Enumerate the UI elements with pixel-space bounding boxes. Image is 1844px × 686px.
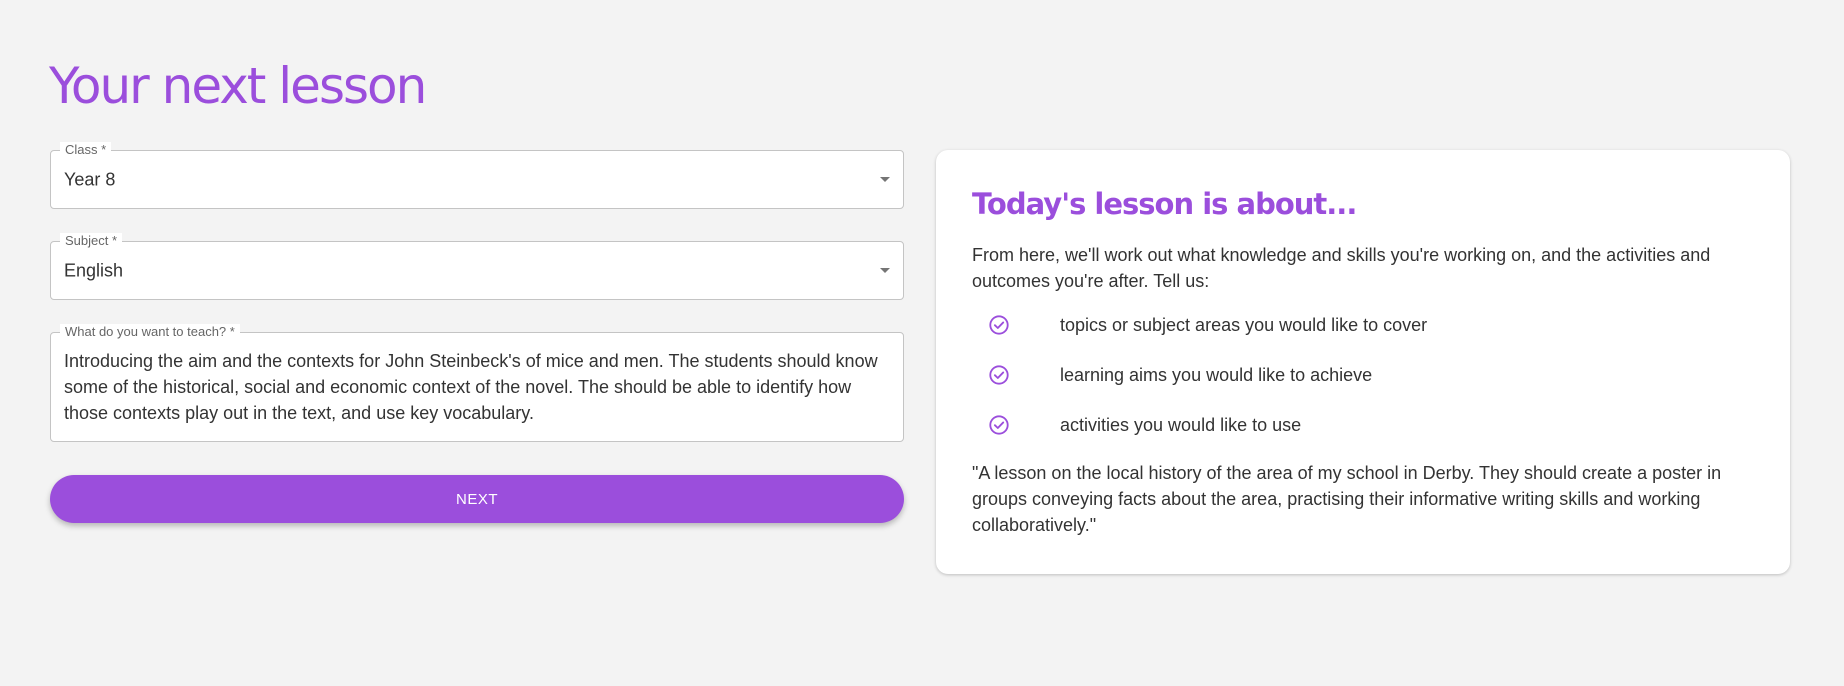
chevron-down-icon[interactable]: [880, 176, 890, 182]
check-circle-icon: [989, 315, 1009, 335]
list-item-text: learning aims you would like to achieve: [1060, 364, 1373, 385]
class-value: Year 8: [64, 169, 116, 189]
next-button[interactable]: NEXT: [50, 475, 904, 523]
example-quote: "A lesson on the local history of the ar…: [972, 463, 1722, 535]
class-select[interactable]: Class * Year 8: [50, 142, 904, 209]
subject-value: English: [64, 260, 124, 280]
class-label: Class *: [60, 142, 112, 158]
card-title: Today's lesson is about...: [972, 187, 1357, 221]
chevron-down-icon[interactable]: [880, 267, 890, 273]
list-item: topics or subject areas you would like t…: [988, 300, 1427, 350]
list-item: learning aims you would like to achieve: [988, 350, 1427, 400]
teach-value[interactable]: Introducing the aim and the contexts for…: [64, 348, 890, 426]
card-intro: From here, we'll work out what knowledge…: [972, 245, 1711, 291]
info-card: Today's lesson is about... From here, we…: [936, 150, 1790, 574]
subject-select[interactable]: Subject * English: [50, 233, 904, 300]
list-item-text: activities you would like to use: [1060, 414, 1302, 435]
list-item-text: topics or subject areas you would like t…: [1060, 314, 1428, 335]
tips-list: topics or subject areas you would like t…: [988, 300, 1427, 450]
page-title: Your next lesson: [49, 57, 427, 115]
teach-textarea[interactable]: What do you want to teach? * Introducing…: [50, 324, 904, 442]
subject-label: Subject *: [60, 233, 123, 249]
check-circle-icon: [989, 415, 1009, 435]
teach-label: What do you want to teach? *: [60, 324, 240, 340]
list-item: activities you would like to use: [988, 400, 1427, 450]
check-circle-icon: [989, 365, 1009, 385]
